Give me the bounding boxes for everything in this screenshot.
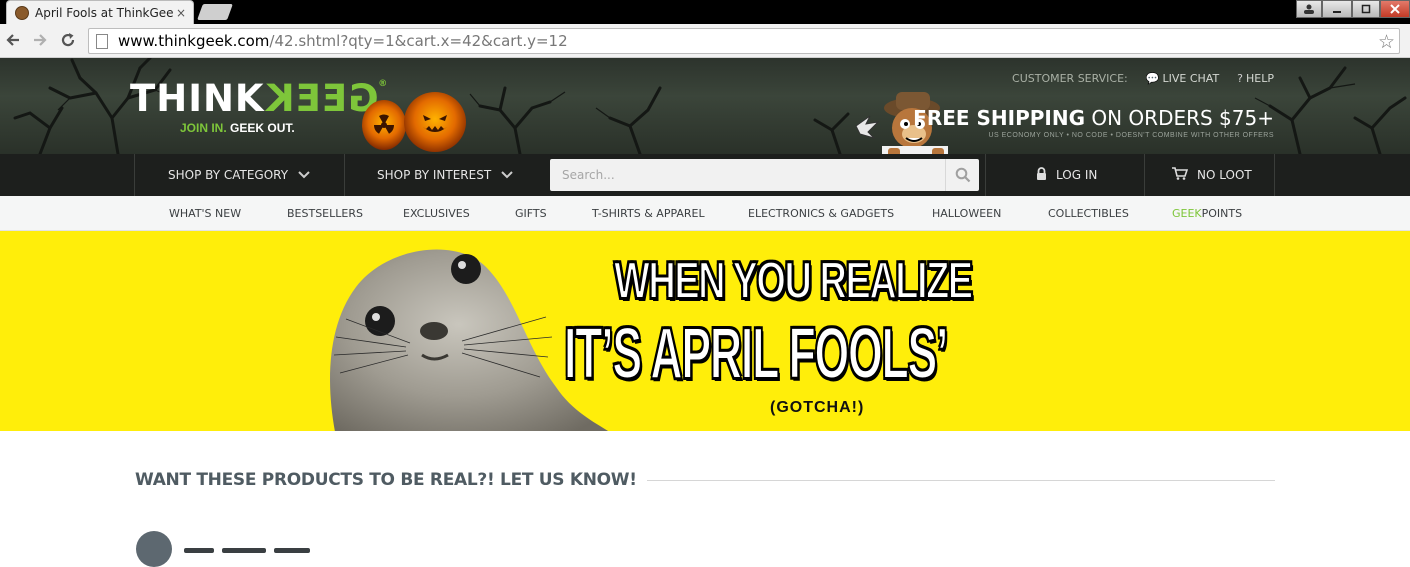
question-circle-icon: ? [1237,72,1244,85]
site-header: THINKGEEK® JOIN IN. GEEK OUT. CUSTOMER S… [0,58,1410,154]
skull-pumpkin-icon [404,92,466,152]
banner-headline-line2: IT’S APRIL FOOLS’ [563,313,949,395]
shop-by-category-menu[interactable]: SHOP BY CATEGORY [168,154,310,196]
address-bar[interactable]: www.thinkgeek.com/42.shtml?qty=1&cart.x=… [88,28,1400,54]
browser-toolbar: www.thinkgeek.com/42.shtml?qty=1&cart.x=… [0,24,1410,58]
main-nav: SHOP BY CATEGORY SHOP BY INTEREST LOG IN… [0,154,1410,196]
new-tab-button[interactable] [197,4,233,20]
free-shipping-promo[interactable]: FREE SHIPPING ON ORDERS $75+ US ECONOMY … [913,106,1274,139]
log-in-link[interactable]: LOG IN [1036,154,1097,196]
chat-bubble-icon: 💬 [1145,72,1160,85]
search-icon[interactable] [945,159,979,191]
customer-service-label: CUSTOMER SERVICE: [1012,72,1128,85]
nav-divider [985,154,986,196]
search-box [550,159,979,191]
subnav-whats-new[interactable]: WHAT'S NEW [169,196,241,231]
shipping-fine-print: US ECONOMY ONLY • NO CODE • DOESN'T COMB… [988,132,1274,139]
radiation-pumpkin-icon [362,100,406,150]
minimize-icon[interactable] [1322,0,1352,18]
step-number-badge [136,531,172,567]
section-header: WANT THESE PRODUCTS TO BE REAL?! LET US … [135,470,1275,490]
chevron-down-icon [298,168,310,182]
arrow-right-icon[interactable] [30,31,50,51]
window-controls [1296,0,1410,18]
subnav-geekpoints[interactable]: GEEK POINTS [1172,196,1242,231]
thinkgeek-logo[interactable]: THINKGEEK® JOIN IN. GEEK OUT. [130,77,388,135]
tab-close-icon[interactable]: × [173,6,189,20]
shop-by-interest-menu[interactable]: SHOP BY INTEREST [377,154,513,196]
subnav-electronics-gadgets[interactable]: ELECTRONICS & GADGETS [748,196,894,231]
browser-tab[interactable]: April Fools at ThinkGeek - × [6,0,194,24]
star-icon[interactable]: ☆ [1378,31,1395,54]
nav-divider [1274,154,1275,196]
utility-links: CUSTOMER SERVICE: 💬 LIVE CHAT ? HELP [1012,72,1274,85]
sub-nav: WHAT'S NEW BESTSELLERS EXCLUSIVES GIFTS … [0,196,1410,231]
maximize-icon[interactable] [1352,0,1380,18]
url-text: www.thinkgeek.com/42.shtml?qty=1&cart.x=… [118,32,568,50]
shopping-cart-icon [1172,167,1189,183]
subnav-bestsellers[interactable]: BESTSELLERS [287,196,363,231]
search-input[interactable] [550,159,945,191]
april-fools-banner[interactable]: WHEN YOU REALIZE IT’S APRIL FOOLS’ (GOTC… [0,231,1410,431]
thinkgeek-favicon-icon [15,5,29,20]
subnav-collectibles[interactable]: COLLECTIBLES [1048,196,1129,231]
nav-divider [1144,154,1145,196]
banner-headline-line1: WHEN YOU REALIZE [613,251,974,311]
arrow-left-icon[interactable] [3,31,23,51]
subnav-gifts[interactable]: GIFTS [515,196,547,231]
chevron-down-icon [501,168,513,182]
section-divider [646,479,1275,481]
section-title: WANT THESE PRODUCTS TO BE REAL?! LET US … [135,470,637,490]
cart-link[interactable]: NO LOOT [1172,154,1252,196]
nav-divider [134,154,135,196]
lock-icon [1036,167,1047,183]
page-icon [96,33,108,49]
reload-icon[interactable] [58,31,78,51]
tab-title: April Fools at ThinkGeek - [35,5,173,20]
subnav-exclusives[interactable]: EXCLUSIVES [403,196,470,231]
subnav-t-shirts-apparel[interactable]: T-SHIRTS & APPAREL [592,196,705,231]
help-link[interactable]: ? HELP [1237,72,1274,85]
window-close-icon[interactable] [1380,0,1410,18]
user-profile-icon[interactable] [1296,0,1322,18]
step-text-partial [184,540,344,553]
banner-gotcha: (GOTCHA!) [770,399,865,416]
nav-divider [344,154,345,196]
live-chat-link[interactable]: 💬 LIVE CHAT [1146,72,1219,85]
subnav-halloween[interactable]: HALLOWEEN [932,196,1001,231]
browser-titlebar: April Fools at ThinkGeek - × [0,0,1410,24]
